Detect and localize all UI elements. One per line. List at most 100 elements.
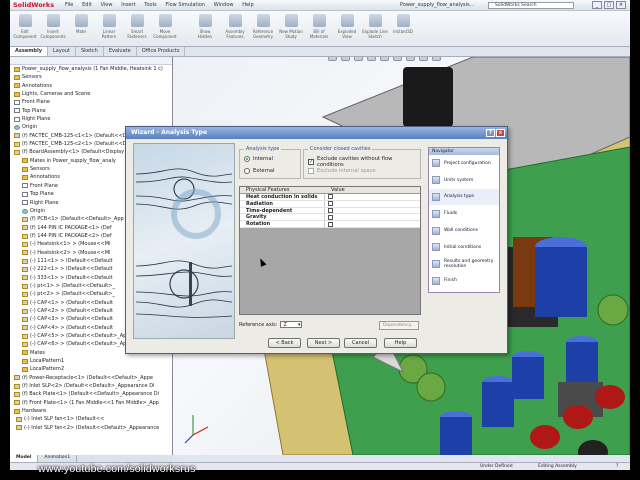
- tree-item[interactable]: (-) Inlet SLP fan<1> (Default<<: [10, 415, 172, 423]
- tab-evaluate[interactable]: Evaluate: [104, 47, 137, 56]
- minimize-button[interactable]: _: [592, 1, 602, 9]
- nav-project-configuration[interactable]: Project configuration: [429, 155, 499, 172]
- bill-of-materials-button[interactable]: Bill of Materials: [306, 14, 332, 39]
- wizard-dialog: Wizard - Analysis Type ? × Analysis type…: [125, 126, 508, 354]
- table-row[interactable]: Rotation: [240, 221, 420, 228]
- exploded-view-button[interactable]: Exploded View: [334, 14, 360, 39]
- tree-item[interactable]: Front Plane: [10, 98, 172, 106]
- menu-help[interactable]: Help: [242, 2, 253, 8]
- assembly-features-button[interactable]: Assembly Features: [222, 14, 248, 39]
- zoom-area-icon[interactable]: [341, 57, 350, 61]
- dialog-help-button[interactable]: ?: [486, 129, 495, 137]
- tree-item-icon: [22, 333, 28, 339]
- tree-item[interactable]: LocalPattern1: [10, 357, 172, 365]
- search-input[interactable]: SolidWorks Search: [488, 2, 574, 9]
- tree-item[interactable]: Annotations: [10, 82, 172, 90]
- next-button[interactable]: Next >: [307, 338, 340, 348]
- table-row[interactable]: Time-dependent: [240, 207, 420, 215]
- menu-window[interactable]: Window: [214, 2, 234, 8]
- hide-show-icon[interactable]: [406, 57, 415, 61]
- project-config-icon: [432, 159, 440, 168]
- scene-icon[interactable]: [432, 57, 441, 61]
- smart-fasteners-button[interactable]: Smart Fasteners: [124, 14, 150, 39]
- section-view-icon[interactable]: [367, 57, 376, 61]
- exclude-cavities-checkbox[interactable]: ✓: [308, 159, 314, 165]
- reference-axis-select[interactable]: Z: [280, 321, 303, 328]
- tree-item[interactable]: Power_supply_flow_analysis (1 Fan Middle…: [10, 65, 172, 73]
- nav-initial-conditions[interactable]: Initial conditions: [429, 239, 499, 256]
- insert-components-button[interactable]: Insert Components: [40, 14, 66, 39]
- table-row[interactable]: Gravity: [240, 214, 420, 222]
- tree-item[interactable]: Sensors: [10, 73, 172, 81]
- feature-checkbox[interactable]: [327, 194, 333, 200]
- move-component-button[interactable]: Move Component: [152, 14, 178, 39]
- dependency-button[interactable]: Dependency...: [379, 321, 419, 330]
- tree-item[interactable]: (-) Inlet SLP fan<2> (Default<<Default>_…: [10, 424, 172, 432]
- nav-units-system[interactable]: Units system: [429, 172, 499, 189]
- tab-sketch[interactable]: Sketch: [76, 47, 104, 56]
- tree-item[interactable]: Right Plane: [10, 115, 172, 123]
- tab-model[interactable]: Model: [10, 455, 39, 462]
- nav-finish[interactable]: Finish: [429, 273, 499, 290]
- menu-file[interactable]: File: [65, 2, 73, 8]
- tree-item[interactable]: Hardware: [10, 407, 172, 415]
- tree-item-icon: [16, 425, 22, 431]
- nav-results-resolution[interactable]: Results and geometry resolution: [429, 256, 499, 273]
- show-hidden-button[interactable]: Show Hidden: [192, 14, 218, 39]
- internal-radio[interactable]: [244, 156, 250, 162]
- table-row[interactable]: Radiation: [240, 200, 420, 208]
- feature-checkbox[interactable]: [327, 207, 333, 213]
- menu-edit[interactable]: Edit: [82, 2, 92, 8]
- external-radio[interactable]: [244, 168, 250, 174]
- exclude-internal-option[interactable]: Exclude internal space: [308, 168, 376, 174]
- display-style-icon[interactable]: [393, 57, 402, 61]
- new-motion-study-button[interactable]: New Motion Study: [278, 14, 304, 39]
- external-option[interactable]: External: [244, 168, 275, 174]
- help-icon[interactable]: ?: [616, 464, 618, 469]
- tab-office-products[interactable]: Office Products: [137, 47, 186, 56]
- mate-button[interactable]: Mate: [68, 14, 94, 34]
- instant3d-button[interactable]: Instant3D: [390, 14, 416, 34]
- internal-option[interactable]: Internal: [244, 156, 273, 162]
- menu-view[interactable]: View: [101, 2, 113, 8]
- tree-item[interactable]: Lights, Cameras and Scene: [10, 90, 172, 98]
- tree-item[interactable]: LocalPattern2: [10, 365, 172, 373]
- tab-layout[interactable]: Layout: [48, 47, 76, 56]
- menu-flow-simulation[interactable]: Flow Simulation: [165, 2, 205, 8]
- view-orientation-icon[interactable]: [380, 57, 389, 61]
- table-row[interactable]: Heat conduction in solids: [240, 194, 420, 201]
- reference-geometry-button[interactable]: Reference Geometry: [250, 14, 276, 39]
- previous-view-icon[interactable]: [354, 57, 363, 61]
- zoom-fit-icon[interactable]: [328, 57, 337, 61]
- exclude-internal-checkbox[interactable]: [308, 168, 314, 174]
- tree-item-label: Front Plane: [30, 182, 58, 189]
- menu-insert[interactable]: Insert: [121, 2, 135, 8]
- tab-assembly[interactable]: Assembly: [10, 47, 48, 56]
- tree-item[interactable]: (f) Inlet SLP<2> (Default<<Default>_Appe…: [10, 382, 172, 390]
- dialog-close-button[interactable]: ×: [496, 129, 505, 137]
- tree-item[interactable]: (f) Front Plate<1> (1 Fan Middle<<1 Fan …: [10, 399, 172, 407]
- nav-wall-conditions[interactable]: Wall conditions: [429, 222, 499, 239]
- help-button[interactable]: Help: [384, 338, 417, 348]
- edit-component-button[interactable]: Edit Component: [12, 14, 38, 39]
- feature-checkbox[interactable]: [327, 201, 333, 207]
- linear-pattern-button[interactable]: Linear Pattern: [96, 14, 122, 39]
- appearance-icon[interactable]: [419, 57, 428, 61]
- menu-tools[interactable]: Tools: [144, 2, 156, 8]
- tree-item[interactable]: (f) Back Plate<1> (Default<<Default>_App…: [10, 390, 172, 398]
- feature-checkbox[interactable]: [327, 214, 333, 220]
- tab-animation1[interactable]: Animation1: [38, 455, 78, 462]
- tree-item[interactable]: Top Plane: [10, 107, 172, 115]
- exclude-cavities-option[interactable]: ✓ Exclude cavities without flow condition…: [308, 156, 420, 168]
- headsup-toolbar: [328, 57, 441, 61]
- cancel-button[interactable]: Cancel: [344, 338, 377, 348]
- nav-fluids[interactable]: Fluids: [429, 205, 499, 222]
- back-button[interactable]: < Back: [268, 338, 301, 348]
- close-button[interactable]: ×: [616, 1, 626, 9]
- explode-line-sketch-button[interactable]: Explode Line Sketch: [362, 14, 388, 39]
- tree-item-icon: [14, 392, 20, 398]
- tree-item[interactable]: (f) Power-Receptacle<1> (Default<<Defaul…: [10, 374, 172, 382]
- restore-button[interactable]: □: [604, 1, 614, 9]
- nav-analysis-type[interactable]: Analysis type: [429, 188, 499, 206]
- feature-checkbox[interactable]: [327, 221, 333, 227]
